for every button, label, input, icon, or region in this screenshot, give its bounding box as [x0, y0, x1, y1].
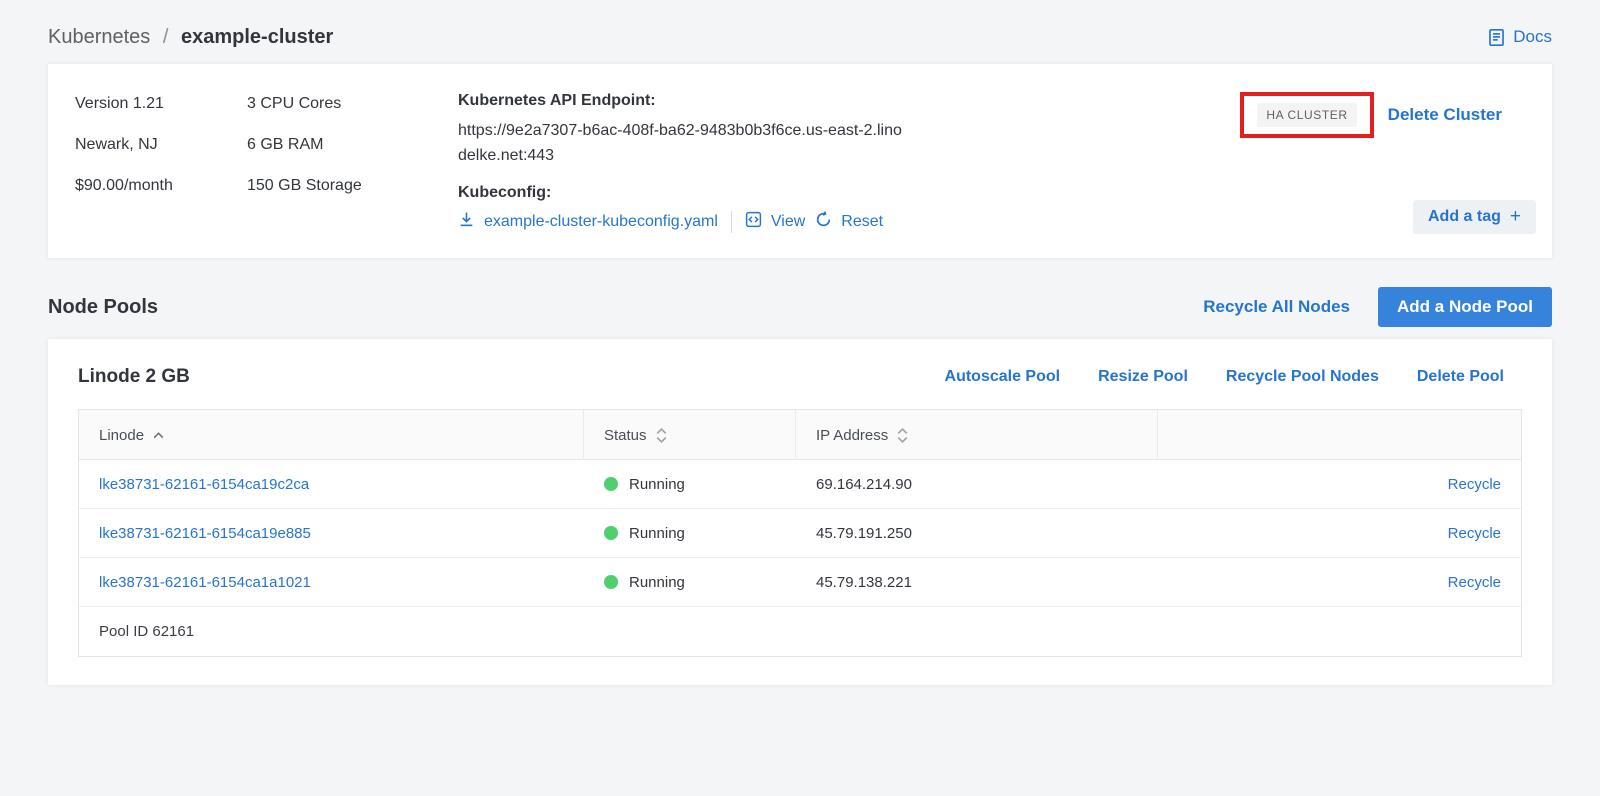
status-running-icon: [604, 477, 618, 491]
cluster-ram: 6 GB RAM: [247, 133, 458, 157]
sort-ascending-icon: [152, 431, 165, 440]
status-label: Running: [629, 525, 685, 542]
breadcrumb-cluster-name: example-cluster: [181, 26, 333, 48]
recycle-node-button[interactable]: Recycle: [1448, 525, 1501, 542]
kubeconfig-row: example-cluster-kubeconfig.yaml View: [458, 211, 928, 233]
kubeconfig-download-link[interactable]: example-cluster-kubeconfig.yaml: [458, 211, 718, 233]
cluster-summary-right: HA CLUSTER Delete Cluster Add a tag +: [1240, 92, 1536, 234]
download-icon: [458, 211, 475, 233]
linode-link[interactable]: lke38731-62161-6154ca19c2ca: [99, 476, 309, 493]
status-label: Running: [629, 574, 685, 591]
status-cell: Running: [584, 525, 796, 542]
node-pools-header: Node Pools Recycle All Nodes Add a Node …: [48, 287, 1552, 327]
add-tag-label: Add a tag: [1428, 208, 1501, 226]
recycle-pool-nodes-button[interactable]: Recycle Pool Nodes: [1226, 368, 1379, 386]
node-pools-title: Node Pools: [48, 296, 158, 319]
ip-column-label: IP Address: [816, 427, 888, 444]
cluster-summary-left: Version 1.21 Newark, NJ $90.00/month 3 C…: [75, 92, 1240, 234]
delete-cluster-button[interactable]: Delete Cluster: [1388, 105, 1502, 125]
kubeconfig-label: Kubeconfig:: [458, 184, 928, 202]
ha-cluster-chip: HA CLUSTER: [1257, 103, 1356, 127]
pool-card-header: Linode 2 GB Autoscale Pool Resize Pool R…: [78, 366, 1522, 388]
ip-address: 45.79.138.221: [796, 574, 1158, 591]
status-label: Running: [629, 476, 685, 493]
pool-id-footer: Pool ID 62161: [79, 607, 1521, 656]
sort-both-icon: [896, 427, 909, 444]
breadcrumb: Kubernetes / example-cluster: [48, 26, 333, 49]
table-row: lke38731-62161-6154ca19c2ca Running 69.1…: [79, 460, 1521, 509]
add-node-pool-button[interactable]: Add a Node Pool: [1378, 287, 1552, 327]
delete-pool-button[interactable]: Delete Pool: [1417, 368, 1504, 386]
docs-link[interactable]: Docs: [1487, 27, 1552, 47]
spec-column-1: Version 1.21 Newark, NJ $90.00/month: [75, 92, 247, 234]
cluster-summary-card: Version 1.21 Newark, NJ $90.00/month 3 C…: [48, 64, 1552, 258]
node-pool-card: Linode 2 GB Autoscale Pool Resize Pool R…: [48, 339, 1552, 685]
status-running-icon: [604, 575, 618, 589]
plus-icon: +: [1510, 209, 1521, 225]
topbar: Kubernetes / example-cluster Docs: [48, 18, 1552, 56]
linode-link[interactable]: lke38731-62161-6154ca19e885: [99, 525, 311, 542]
nodes-table: Linode Status: [78, 409, 1522, 657]
spec-column-2: 3 CPU Cores 6 GB RAM 150 GB Storage: [247, 92, 458, 234]
kubeconfig-filename: example-cluster-kubeconfig.yaml: [484, 213, 718, 231]
api-endpoint-label: Kubernetes API Endpoint:: [458, 92, 928, 110]
cluster-storage: 150 GB Storage: [247, 174, 458, 198]
cluster-price: $90.00/month: [75, 174, 247, 198]
table-row: lke38731-62161-6154ca1a1021 Running 45.7…: [79, 558, 1521, 607]
cluster-cpu: 3 CPU Cores: [247, 92, 458, 116]
nodes-table-header: Linode Status: [79, 410, 1521, 460]
ip-address: 45.79.191.250: [796, 525, 1158, 542]
status-running-icon: [604, 526, 618, 540]
add-tag-button[interactable]: Add a tag +: [1413, 200, 1536, 234]
table-row: lke38731-62161-6154ca19e885 Running 45.7…: [79, 509, 1521, 558]
node-pools-header-actions: Recycle All Nodes Add a Node Pool: [1203, 287, 1552, 327]
recycle-node-button[interactable]: Recycle: [1448, 574, 1501, 591]
reset-icon: [815, 211, 832, 233]
cluster-version: Version 1.21: [75, 92, 247, 116]
breadcrumb-separator: /: [163, 26, 169, 48]
kubeconfig-view-button[interactable]: View: [745, 211, 805, 233]
ha-row: HA CLUSTER Delete Cluster: [1240, 92, 1502, 138]
ip-address: 69.164.214.90: [796, 476, 1158, 493]
view-label: View: [771, 213, 805, 231]
autoscale-pool-button[interactable]: Autoscale Pool: [945, 368, 1061, 386]
api-endpoint-url: https://9e2a7307-b6ac-408f-ba62-9483b0b3…: [458, 118, 903, 168]
docs-label: Docs: [1513, 27, 1552, 47]
endpoint-column: Kubernetes API Endpoint: https://9e2a730…: [458, 92, 928, 234]
annotation-highlight-box: HA CLUSTER: [1240, 92, 1373, 138]
pool-actions: Autoscale Pool Resize Pool Recycle Pool …: [945, 368, 1504, 386]
status-column-label: Status: [604, 427, 647, 444]
resize-pool-button[interactable]: Resize Pool: [1098, 368, 1188, 386]
code-view-icon: [745, 211, 762, 233]
pool-name: Linode 2 GB: [78, 366, 190, 388]
column-header-actions: [1158, 410, 1521, 460]
kubeconfig-reset-button[interactable]: Reset: [815, 211, 883, 233]
linode-link[interactable]: lke38731-62161-6154ca1a1021: [99, 574, 311, 591]
status-cell: Running: [584, 574, 796, 591]
column-header-ip-address[interactable]: IP Address: [796, 410, 1158, 460]
column-header-status[interactable]: Status: [584, 410, 796, 460]
sort-both-icon: [655, 427, 668, 444]
kubeconfig-divider: [731, 211, 732, 233]
recycle-all-nodes-button[interactable]: Recycle All Nodes: [1203, 297, 1350, 317]
linode-column-label: Linode: [99, 427, 144, 444]
status-cell: Running: [584, 476, 796, 493]
breadcrumb-kubernetes-link[interactable]: Kubernetes: [48, 26, 150, 48]
docs-icon: [1487, 28, 1506, 47]
reset-label: Reset: [841, 213, 883, 231]
recycle-node-button[interactable]: Recycle: [1448, 476, 1501, 493]
kubernetes-cluster-page: Kubernetes / example-cluster Docs Versio…: [0, 0, 1600, 796]
column-header-linode[interactable]: Linode: [79, 410, 584, 460]
cluster-region: Newark, NJ: [75, 133, 247, 157]
